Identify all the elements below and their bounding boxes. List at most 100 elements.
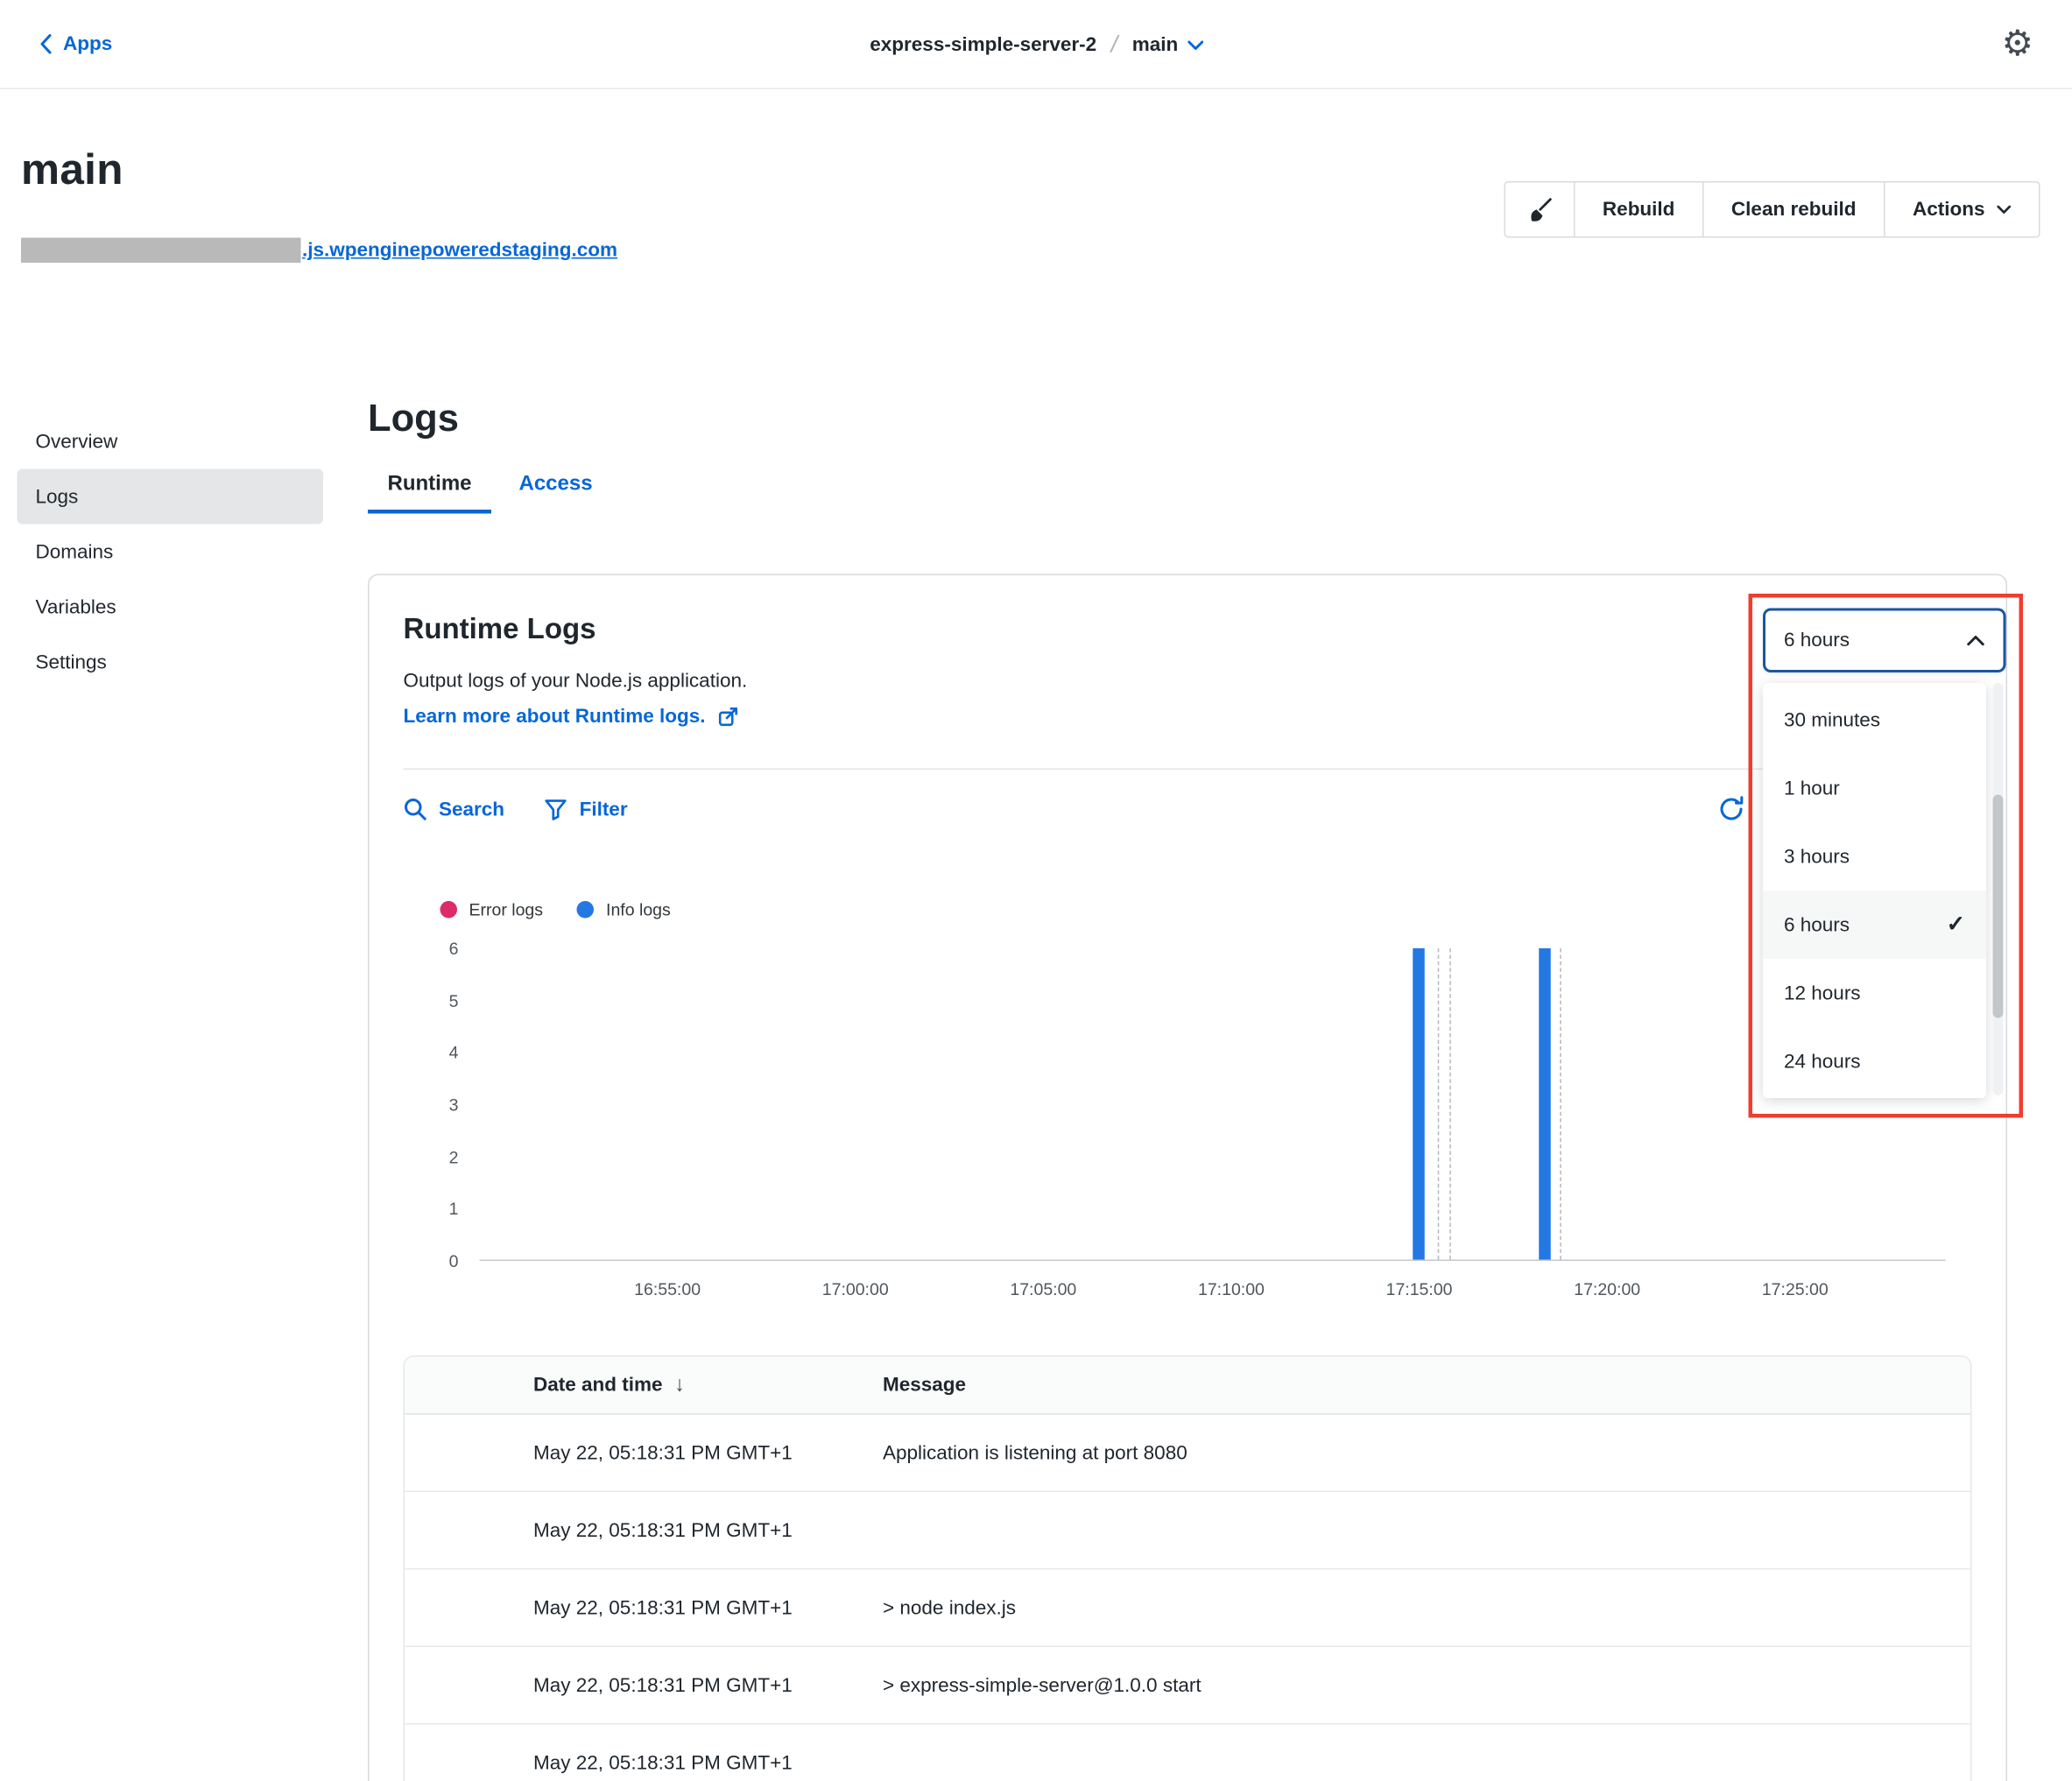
column-message: Message bbox=[883, 1374, 1970, 1397]
environment-switcher[interactable]: main bbox=[1132, 33, 1203, 56]
app-url-visible-text: .js.wpenginepoweredstaging.com bbox=[302, 239, 617, 262]
sort-descending-icon: ↓ bbox=[674, 1373, 685, 1397]
search-button[interactable]: Search bbox=[404, 798, 505, 821]
sidebar-item-variables[interactable]: Variables bbox=[18, 580, 324, 635]
back-to-apps-link[interactable]: Apps bbox=[39, 33, 112, 56]
chart-y-axis: 0123456 bbox=[404, 948, 469, 1261]
menu-option-30-minutes[interactable]: 30 minutes bbox=[1763, 686, 1986, 754]
chart-plot bbox=[480, 948, 1946, 1261]
table-row: May 22, 05:18:31 PM GMT+1Application is … bbox=[405, 1415, 1970, 1493]
log-message-cell: Application is listening at port 8080 bbox=[883, 1441, 1970, 1464]
menu-option-1-hour[interactable]: 1 hour bbox=[1763, 754, 1986, 822]
sidebar-item-settings[interactable]: Settings bbox=[18, 635, 324, 690]
checkmark-icon: ✓ bbox=[1947, 912, 1965, 938]
menu-option-label: 1 hour bbox=[1784, 777, 1840, 799]
log-time-cell: May 22, 05:18:31 PM GMT+1 bbox=[533, 1674, 883, 1697]
menu-option-6-hours[interactable]: 6 hours ✓ bbox=[1763, 890, 1986, 959]
main-content: Logs RuntimeAccess Runtime Logs Output l… bbox=[368, 396, 2072, 1781]
sidebar-item-domains[interactable]: Domains bbox=[18, 524, 324, 580]
breadcrumb: express-simple-server-2 / main bbox=[870, 31, 1202, 59]
card-divider bbox=[404, 769, 1972, 771]
broom-icon bbox=[1525, 195, 1554, 224]
sidebar-item-logs[interactable]: Logs bbox=[18, 469, 324, 524]
table-row: May 22, 05:18:31 PM GMT+1> node index.js bbox=[405, 1570, 1970, 1648]
tab-access[interactable]: Access bbox=[499, 473, 612, 514]
breadcrumb-separator: / bbox=[1111, 31, 1118, 59]
app-root: Apps express-simple-server-2 / main ⚙ ma… bbox=[0, 0, 2072, 1781]
learn-more-label: Learn more about Runtime logs. bbox=[404, 706, 706, 729]
logs-page-title: Logs bbox=[368, 398, 2007, 442]
back-label: Apps bbox=[63, 33, 112, 56]
x-tick-label: 17:20:00 bbox=[1574, 1279, 1640, 1299]
menu-scrollbar-thumb[interactable] bbox=[1993, 795, 2004, 1018]
chart-bar-info-logs bbox=[1539, 948, 1551, 1260]
menu-option-12-hours[interactable]: 12 hours bbox=[1763, 959, 1986, 1027]
search-icon bbox=[404, 798, 427, 821]
log-time-cell: May 22, 05:18:31 PM GMT+1 bbox=[533, 1752, 883, 1775]
environment-name: main bbox=[1132, 33, 1179, 56]
refresh-icon[interactable] bbox=[1717, 795, 1746, 824]
menu-option-label: 6 hours bbox=[1784, 913, 1850, 936]
menu-option-label: 24 hours bbox=[1784, 1050, 1861, 1073]
menu-option-24-hours[interactable]: 24 hours bbox=[1763, 1027, 1986, 1095]
menu-option-label: 12 hours bbox=[1784, 982, 1861, 1004]
clean-rebuild-button[interactable]: Clean rebuild bbox=[1702, 183, 1884, 237]
log-time-cell: May 22, 05:18:31 PM GMT+1 bbox=[533, 1519, 883, 1542]
x-tick-label: 17:15:00 bbox=[1386, 1279, 1453, 1299]
clear-cache-button[interactable] bbox=[1505, 183, 1574, 237]
sidebar-item-overview[interactable]: Overview bbox=[18, 414, 324, 469]
chart-bar-info-logs bbox=[1413, 948, 1426, 1260]
x-tick-label: 17:25:00 bbox=[1762, 1279, 1829, 1299]
actions-menu-button[interactable]: Actions bbox=[1884, 183, 2039, 237]
redaction-box bbox=[21, 238, 301, 264]
settings-gear-icon[interactable]: ⚙ bbox=[2002, 26, 2033, 62]
x-tick-label: 17:05:00 bbox=[1010, 1279, 1076, 1299]
search-label: Search bbox=[439, 798, 504, 820]
runtime-logs-title: Runtime Logs bbox=[404, 612, 1972, 646]
menu-option-label: 3 hours bbox=[1784, 845, 1850, 868]
log-message-cell: > express-simple-server@1.0.0 start bbox=[883, 1674, 1970, 1697]
chevron-down-icon bbox=[1188, 38, 1203, 51]
y-tick-label: 3 bbox=[449, 1095, 459, 1115]
time-range-select[interactable]: 6 hours bbox=[1763, 609, 2006, 673]
legend-error-logs: Error logs bbox=[440, 899, 544, 919]
log-table-header: Date and time ↓ Message bbox=[405, 1357, 1970, 1415]
sidebar: OverviewLogsDomainsVariablesSettings bbox=[0, 396, 368, 690]
time-range-menu: 30 minutes 1 hour 3 hours 6 hours ✓ 12 hours 2… bbox=[1763, 683, 1986, 1098]
external-link-icon bbox=[717, 706, 740, 729]
y-tick-label: 0 bbox=[449, 1251, 459, 1271]
logs-toolbar: Search Filter bbox=[404, 793, 1972, 825]
page-header: main .js.wpenginepoweredstaging.com Rebu… bbox=[0, 89, 2072, 396]
y-tick-label: 5 bbox=[449, 990, 459, 1010]
app-url-link[interactable]: .js.wpenginepoweredstaging.com bbox=[21, 238, 617, 264]
x-tick-label: 17:10:00 bbox=[1198, 1279, 1265, 1299]
top-bar: Apps express-simple-server-2 / main ⚙ bbox=[0, 0, 2072, 89]
time-range-selected-value: 6 hours bbox=[1784, 630, 1850, 652]
rebuild-button[interactable]: Rebuild bbox=[1574, 183, 1702, 237]
dashed-marker bbox=[1560, 948, 1561, 1260]
column-date-time[interactable]: Date and time ↓ bbox=[533, 1373, 883, 1397]
legend-label: Info logs bbox=[606, 899, 671, 919]
learn-more-link[interactable]: Learn more about Runtime logs. bbox=[404, 706, 740, 729]
table-row: May 22, 05:18:31 PM GMT+1 bbox=[405, 1725, 1970, 1781]
filter-icon bbox=[544, 798, 567, 821]
runtime-logs-card: Runtime Logs Output logs of your Node.js… bbox=[368, 574, 2007, 1781]
filter-button[interactable]: Filter bbox=[544, 798, 628, 821]
column-date-time-label: Date and time bbox=[533, 1374, 663, 1397]
menu-option-3-hours[interactable]: 3 hours bbox=[1763, 822, 1986, 890]
legend-info-logs: Info logs bbox=[577, 899, 671, 919]
x-tick-label: 17:00:00 bbox=[822, 1279, 889, 1299]
chevron-up-icon bbox=[1967, 635, 1985, 647]
runtime-logs-description: Output logs of your Node.js application. bbox=[404, 670, 1972, 693]
body-row: OverviewLogsDomainsVariablesSettings Log… bbox=[0, 396, 2072, 1781]
runtime-logs-chart: 0123456 16:55:0017:00:0017:05:0017:10:00… bbox=[404, 933, 1972, 1316]
header-actions-group: Rebuild Clean rebuild Actions bbox=[1504, 181, 2040, 238]
tab-runtime[interactable]: Runtime bbox=[368, 473, 491, 514]
log-table-body: May 22, 05:18:31 PM GMT+1 Application is … bbox=[405, 1415, 1970, 1781]
table-row: May 22, 05:18:31 PM GMT+1 bbox=[405, 1492, 1970, 1570]
breadcrumb-app-name[interactable]: express-simple-server-2 bbox=[870, 33, 1096, 56]
annotation-highlight-box: 6 hours 30 minutes 1 hour 3 hours 6 hours ✓ 1… bbox=[1749, 594, 2024, 1118]
menu-scrollbar[interactable] bbox=[1993, 683, 2004, 1095]
actions-label: Actions bbox=[1913, 199, 1985, 222]
log-table: Date and time ↓ Message May 22, 05:18:31… bbox=[404, 1355, 1972, 1781]
